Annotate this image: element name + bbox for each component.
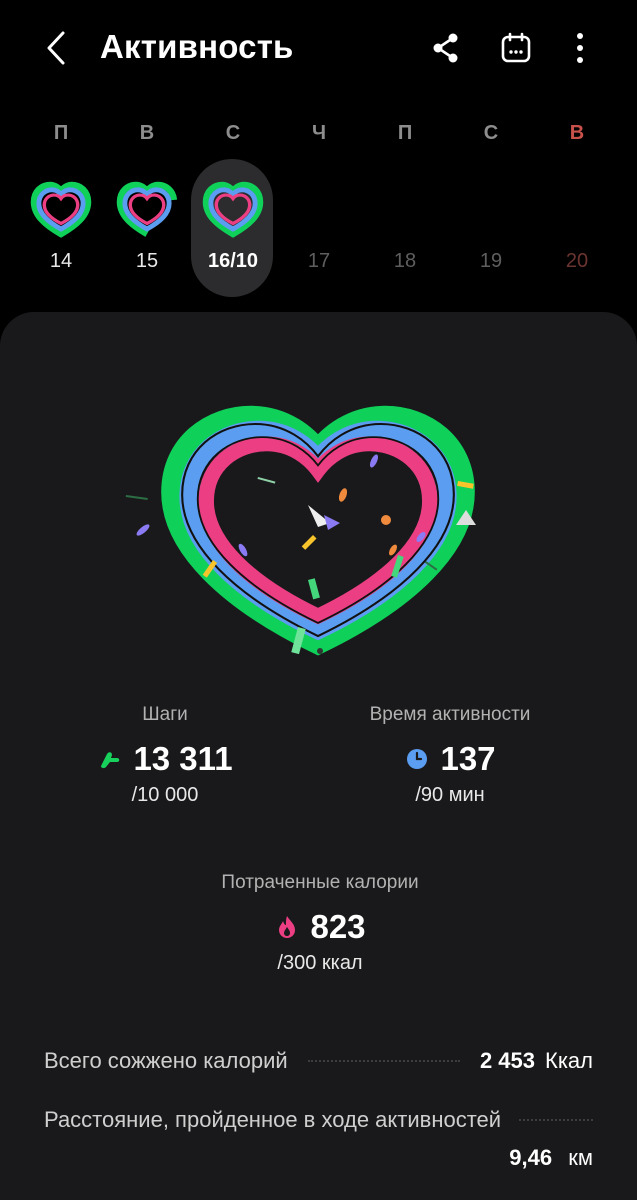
week-strip: П 14 В 15 С 16/10 Ч 17 П 18 С 19 В 20 bbox=[0, 110, 637, 310]
steps-value: 13 311 bbox=[133, 740, 233, 777]
active-time-value: 137 bbox=[440, 740, 496, 777]
active-time-label: Время активности bbox=[369, 704, 531, 725]
total-calories-label: Всего сожжено калорий bbox=[44, 1048, 288, 1073]
back-button[interactable] bbox=[38, 28, 74, 68]
day-heart-rings-icon bbox=[202, 181, 264, 238]
distance-value: 9,46 bbox=[509, 1145, 553, 1170]
day-heart-rings-icon bbox=[116, 181, 178, 238]
shoe-icon bbox=[97, 746, 123, 772]
clock-icon bbox=[404, 746, 430, 772]
day-letter: П bbox=[397, 122, 413, 144]
calendar-button[interactable] bbox=[494, 26, 538, 70]
calories-stat[interactable]: Потраченные калории 823 /300 ккал bbox=[170, 872, 470, 975]
app-header: Активность bbox=[0, 0, 637, 100]
day-number: 19 bbox=[479, 250, 503, 272]
day-letter: С bbox=[225, 122, 241, 144]
day-1[interactable]: В 15 bbox=[107, 110, 187, 300]
day-number: 16/10 bbox=[207, 250, 259, 272]
day-letter: Ч bbox=[311, 122, 327, 144]
page-title: Активность bbox=[100, 28, 294, 65]
day-letter: В bbox=[569, 122, 585, 144]
calories-goal: /300 ккал bbox=[277, 952, 363, 974]
day-number: 14 bbox=[49, 250, 73, 272]
active-time-goal: /90 мин bbox=[415, 784, 485, 806]
more-options-button[interactable] bbox=[558, 26, 602, 70]
calories-value: 823 bbox=[310, 908, 366, 945]
calories-label: Потраченные калории bbox=[221, 872, 419, 893]
calendar-icon bbox=[501, 32, 531, 63]
day-5[interactable]: С 19 bbox=[451, 110, 531, 300]
day-4[interactable]: П 18 bbox=[365, 110, 445, 300]
day-letter: П bbox=[53, 122, 69, 144]
day-letter: В bbox=[139, 122, 155, 144]
share-button[interactable] bbox=[424, 26, 468, 70]
day-number: 15 bbox=[135, 250, 159, 272]
distance-row[interactable]: Расстояние, пройденное в ходе активносте… bbox=[44, 1107, 593, 1171]
day-0[interactable]: П 14 bbox=[21, 110, 101, 300]
distance-unit: км bbox=[568, 1145, 593, 1170]
steps-stat[interactable]: Шаги 13 311 /10 000 bbox=[60, 704, 270, 807]
day-number: 18 bbox=[393, 250, 417, 272]
total-calories-value: 2 453 bbox=[479, 1048, 535, 1073]
leader-dots bbox=[307, 1060, 460, 1062]
chevron-left-icon bbox=[47, 31, 65, 65]
leader-dots bbox=[519, 1119, 593, 1121]
day-heart-rings-icon bbox=[30, 181, 92, 238]
steps-goal: /10 000 bbox=[131, 784, 199, 806]
day-6[interactable]: В 20 bbox=[537, 110, 617, 300]
flame-icon bbox=[274, 914, 300, 940]
active-time-stat[interactable]: Время активности 137 /90 мин bbox=[330, 704, 570, 807]
share-icon bbox=[433, 33, 458, 63]
day-number: 20 bbox=[565, 250, 589, 272]
steps-label: Шаги bbox=[142, 704, 188, 725]
activity-heart-rings bbox=[125, 395, 476, 665]
total-calories-row[interactable]: Всего сожжено калорий 2 453 Ккал bbox=[44, 1048, 593, 1074]
total-calories-unit: Ккал bbox=[545, 1048, 593, 1073]
day-letter: С bbox=[483, 122, 499, 144]
distance-label: Расстояние, пройденное в ходе активносте… bbox=[44, 1107, 502, 1132]
more-vertical-icon bbox=[577, 33, 583, 63]
day-number: 17 bbox=[307, 250, 331, 272]
day-3[interactable]: Ч 17 bbox=[279, 110, 359, 300]
day-2[interactable]: С 16/10 bbox=[193, 110, 273, 300]
